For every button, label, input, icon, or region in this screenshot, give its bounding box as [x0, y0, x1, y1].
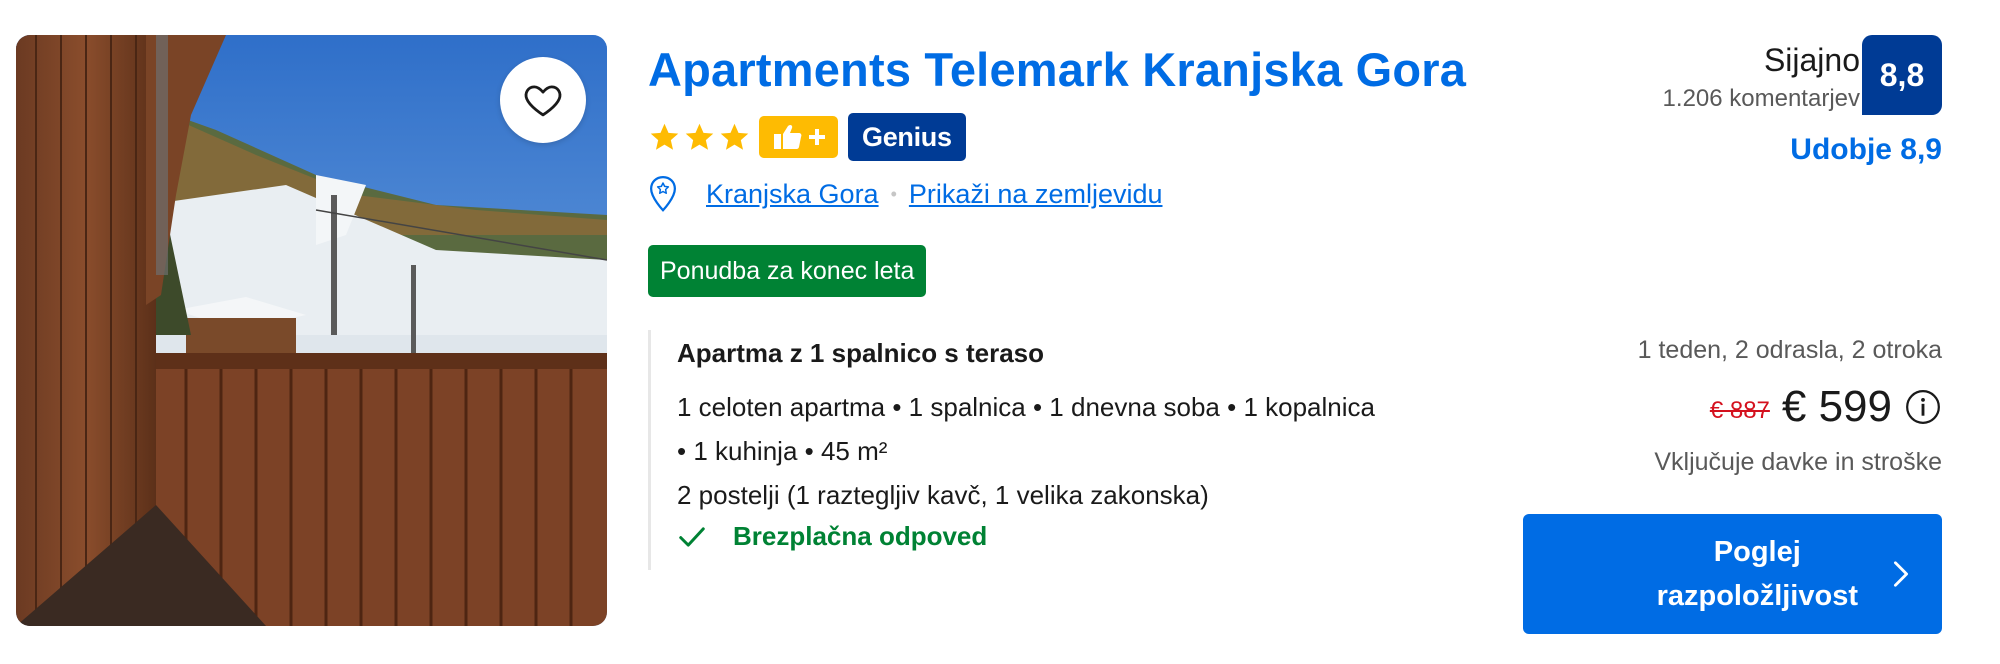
comfort-score: Udobje 8,9 [1790, 133, 1942, 166]
taxes-note: Vključuje davke in stroške [1654, 448, 1942, 476]
location-row: Kranjska Gora • Prikaži na zemljevidu [648, 172, 1163, 216]
review-count[interactable]: 1.206 komentarjev [1663, 85, 1860, 113]
review-word[interactable]: Sijajno [1764, 42, 1860, 79]
star-icon [650, 123, 679, 150]
free-cancellation: Brezplačna odpoved [677, 521, 1508, 552]
cancellation-label: Brezplačna odpoved [733, 521, 988, 551]
location-link[interactable]: Kranjska Gora [706, 179, 879, 210]
property-card: Apartments Telemark Kranjska Gora Genius… [0, 0, 2000, 664]
star-icon [720, 123, 749, 150]
heart-icon [524, 85, 562, 117]
cta-label: Poglej razpoložljivost [1657, 530, 1858, 618]
show-on-map-link[interactable]: Prikaži na zemljevidu [909, 179, 1163, 210]
room-beds: 2 postelji (1 raztegljiv kavč, 1 velika … [677, 480, 1209, 510]
price-row: € 887 € 599 [1710, 382, 1942, 432]
star-icon [685, 123, 714, 150]
separator-dot: • [890, 183, 897, 204]
cta-label-line1: Poglej [1713, 536, 1801, 568]
property-title-link[interactable]: Apartments Telemark Kranjska Gora [648, 42, 1466, 97]
favorite-button[interactable] [500, 57, 586, 143]
room-features: 1 celoten apartma • 1 spalnica • 1 dnevn… [677, 392, 1375, 422]
info-icon[interactable] [1904, 388, 1942, 426]
map-pin-icon [649, 175, 677, 212]
genius-badge[interactable]: Genius [848, 113, 966, 161]
stay-info: 1 teden, 2 odrasla, 2 otroka [1637, 336, 1942, 364]
room-features-cont: • 1 kuhinja • 45 m² [677, 436, 888, 466]
thumbs-up-plus-icon[interactable] [759, 116, 838, 158]
current-price: € 599 [1781, 382, 1892, 431]
review-score-badge[interactable]: 8,8 [1862, 35, 1942, 115]
rating-badges: Genius [648, 113, 966, 161]
chevron-right-icon [1893, 561, 1908, 587]
check-icon [679, 526, 705, 547]
room-title: Apartma z 1 spalnico s teraso [677, 338, 1045, 368]
deal-badge: Ponudba za konec leta [648, 245, 927, 297]
old-price: € 887 [1709, 397, 1770, 424]
room-details: Apartma z 1 spalnico s teraso 1 celoten … [648, 330, 1508, 570]
see-availability-button[interactable]: Poglej razpoložljivost [1523, 514, 1942, 634]
cta-label-line2: razpoložljivost [1656, 580, 1858, 612]
star-rating [648, 121, 751, 154]
